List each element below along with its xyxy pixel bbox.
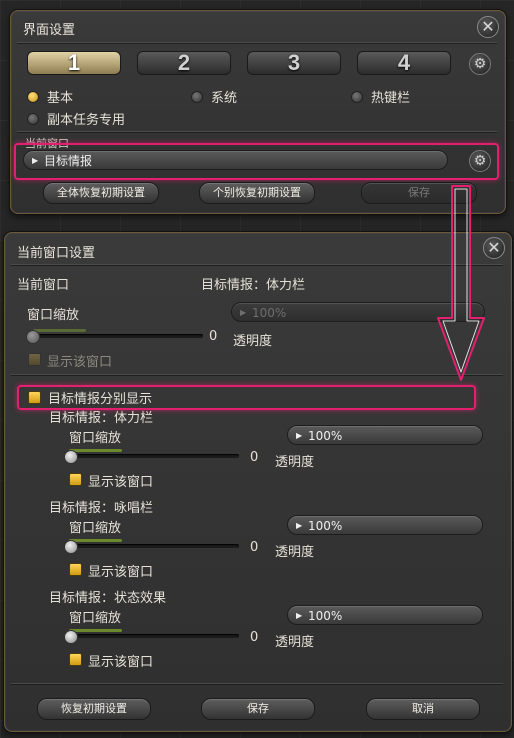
divider [11, 374, 503, 375]
play-icon: ▶ [296, 521, 303, 530]
save-button[interactable]: 保存 [361, 182, 477, 204]
transparency-value: 0 [209, 329, 218, 344]
transparency-slider[interactable] [69, 634, 239, 638]
reset-button[interactable]: 恢复初期设置 [37, 698, 151, 720]
slider-fill [33, 329, 86, 332]
section-title: 目标情报：体力栏 [49, 411, 154, 426]
close-icon[interactable]: ✕ [477, 16, 499, 38]
dropdown-value: 100% [308, 519, 343, 533]
radio-system[interactable]: 系统 [191, 87, 237, 106]
slider-knob[interactable] [64, 450, 78, 464]
play-icon: ▶ [32, 156, 39, 165]
scale-dropdown[interactable]: ▶ 100% [287, 605, 483, 625]
show-window-checkbox[interactable] [28, 353, 41, 366]
title-divider [11, 264, 503, 265]
scale-label: 窗口缩放 [69, 521, 122, 536]
slider-fill [69, 539, 122, 542]
show-window-label: 显示该窗口 [88, 565, 154, 580]
title-divider [17, 42, 497, 43]
slider-knob[interactable] [64, 540, 78, 554]
scale-dropdown[interactable]: ▶ 100% [287, 425, 483, 445]
cancel-button[interactable]: 取消 [366, 698, 480, 720]
show-window-checkbox[interactable] [69, 563, 82, 576]
transparency-slider[interactable] [69, 544, 239, 548]
save-button[interactable]: 保存 [201, 698, 315, 720]
radio-duty[interactable]: 副本任务专用 [27, 109, 125, 128]
section-title: 目标情报：状态效果 [49, 591, 167, 606]
reset-individual-button[interactable]: 个别恢复初期设置 [199, 182, 315, 204]
reset-all-button[interactable]: 全体恢复初期设置 [43, 182, 159, 204]
radio-label: 副本任务专用 [47, 113, 126, 128]
separate-display-checkbox[interactable] [28, 391, 41, 404]
transparency-label: 透明度 [275, 635, 315, 650]
section-title: 目标情报：咏唱栏 [49, 501, 154, 516]
transparency-label: 透明度 [275, 455, 315, 470]
dropdown-value: 100% [308, 429, 343, 443]
radio-label: 系统 [211, 91, 238, 106]
tab-1[interactable]: 1 [27, 51, 121, 75]
panel-title: 当前窗口设置 [17, 246, 96, 261]
show-window-checkbox[interactable] [69, 473, 82, 486]
scale-dropdown[interactable]: ▶ 100% [231, 302, 485, 322]
radio-selected-icon [27, 90, 39, 103]
scale-dropdown[interactable]: ▶ 100% [287, 515, 483, 535]
show-window-checkbox[interactable] [69, 653, 82, 666]
scale-label: 窗口缩放 [27, 308, 80, 323]
show-window-label: 显示该窗口 [47, 355, 113, 370]
current-window-settings-panel: 当前窗口设置 ✕ 当前窗口 目标情报：体力栏 窗口缩放 ▶ 100% 0 透明度… [4, 232, 512, 732]
dropdown-value: 100% [308, 609, 343, 623]
play-icon: ▶ [296, 611, 303, 620]
radio-unselected-icon [191, 90, 203, 103]
slider-fill [69, 449, 122, 452]
show-window-label: 显示该窗口 [88, 655, 154, 670]
tab-2[interactable]: 2 [137, 51, 231, 75]
slider-fill [69, 629, 122, 632]
slider-knob[interactable] [64, 630, 78, 644]
radio-hotbar[interactable]: 热键栏 [351, 87, 410, 106]
tab-3[interactable]: 3 [247, 51, 341, 75]
radio-label: 热键栏 [371, 91, 411, 106]
scale-label: 窗口缩放 [69, 611, 122, 626]
divider [17, 131, 497, 132]
current-window-label: 当前窗口 [17, 278, 70, 293]
divider [11, 683, 503, 684]
show-window-label: 显示该窗口 [88, 475, 154, 490]
scale-label: 窗口缩放 [69, 431, 122, 446]
transparency-label: 透明度 [275, 545, 315, 560]
transparency-slider[interactable] [69, 454, 239, 458]
tab-4[interactable]: 4 [357, 51, 451, 75]
radio-label: 基本 [47, 91, 74, 106]
current-window-dropdown[interactable]: ▶ 目标情报 [23, 150, 448, 170]
gear-icon[interactable]: ⚙ [469, 150, 491, 172]
transparency-value: 0 [250, 540, 259, 555]
transparency-label: 透明度 [233, 334, 273, 349]
gear-icon[interactable]: ⚙ [469, 53, 491, 75]
slider-knob[interactable] [26, 330, 40, 344]
transparency-value: 0 [250, 450, 259, 465]
dropdown-value: 目标情报 [44, 154, 93, 168]
separate-display-label: 目标情报分别显示 [48, 392, 153, 407]
transparency-slider[interactable] [33, 334, 203, 338]
transparency-value: 0 [250, 630, 259, 645]
interface-settings-panel: 界面设置 ✕ 1 2 3 4 ⚙ 基本 系统 热键栏 副本任务专用 当前窗口 ▶… [10, 10, 506, 214]
panel-title: 界面设置 [23, 23, 76, 38]
current-window-value: 目标情报：体力栏 [201, 278, 306, 293]
play-icon: ▶ [240, 308, 247, 317]
radio-basic[interactable]: 基本 [27, 87, 73, 106]
close-icon[interactable]: ✕ [483, 237, 505, 259]
radio-unselected-icon [351, 90, 363, 103]
play-icon: ▶ [296, 431, 303, 440]
dropdown-value: 100% [252, 306, 287, 320]
radio-unselected-icon [27, 112, 39, 125]
